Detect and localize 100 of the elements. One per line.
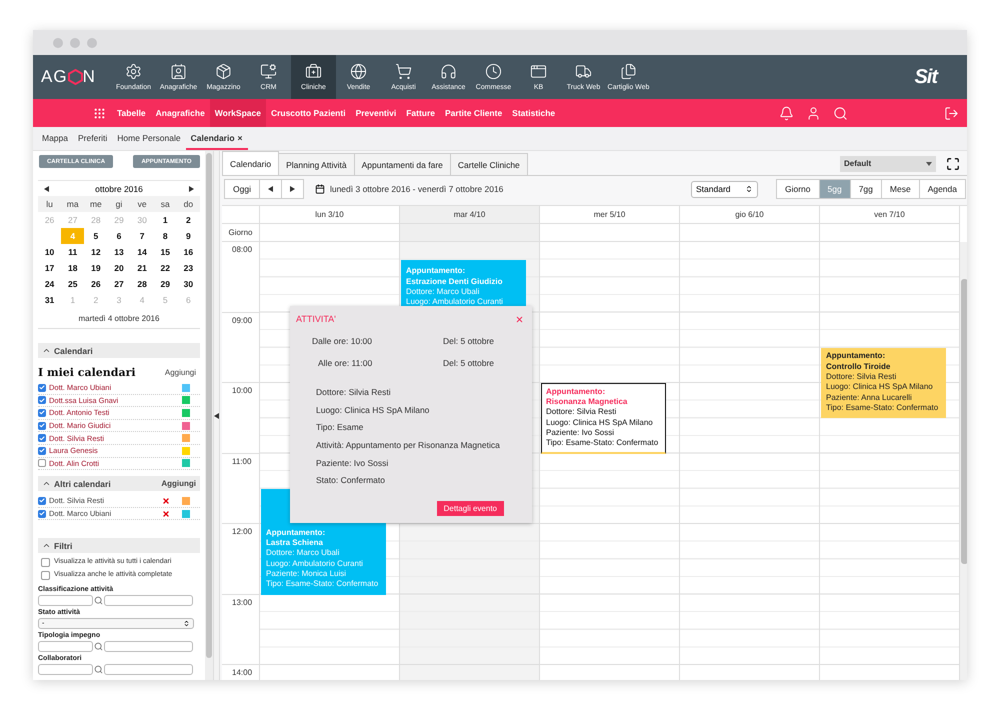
search-icon[interactable] — [94, 665, 103, 674]
profile-select[interactable]: Default — [840, 156, 936, 172]
menu-item[interactable]: Tabelle — [112, 99, 151, 127]
scrollbar-track[interactable] — [960, 242, 967, 680]
remove-icon[interactable] — [162, 496, 170, 505]
input-field[interactable] — [38, 664, 93, 676]
checkbox[interactable] — [38, 408, 46, 417]
headphones-icon[interactable] — [440, 63, 457, 80]
search-icon[interactable] — [94, 642, 103, 652]
clock-icon[interactable] — [485, 63, 502, 80]
checkbox[interactable] — [41, 571, 50, 580]
close-tab[interactable]: × — [238, 132, 243, 142]
cart-icon[interactable] — [395, 63, 412, 80]
view-button[interactable]: Giorno — [776, 179, 820, 199]
calendar-tab[interactable]: Cartelle Cliniche — [450, 153, 528, 175]
window-dot[interactable] — [87, 38, 97, 48]
notification-icon[interactable] — [779, 106, 794, 120]
add-link[interactable]: Aggiungi — [164, 368, 196, 376]
calendar-day[interactable]: 10 — [38, 244, 62, 260]
calendar-day[interactable]: 2 — [176, 212, 200, 228]
window-dot[interactable] — [70, 38, 80, 48]
calendar-day[interactable]: 11 — [61, 244, 84, 260]
mode-select[interactable]: Standard — [691, 180, 758, 198]
scrollbar-thumb[interactable] — [206, 153, 212, 658]
previous-icon[interactable] — [44, 186, 49, 192]
previous-button[interactable] — [258, 179, 282, 199]
calendar-day[interactable]: 29 — [154, 276, 177, 292]
calendar-day[interactable]: 30 — [176, 276, 200, 292]
checkbox[interactable] — [38, 434, 46, 442]
calendar-day[interactable]: 28 — [130, 276, 154, 292]
calendar-day[interactable]: 15 — [154, 244, 177, 260]
gear-icon[interactable] — [125, 63, 142, 80]
menu-item[interactable]: Statistiche — [507, 99, 560, 127]
calendar-day[interactable]: 25 — [61, 276, 84, 292]
search-icon[interactable] — [833, 106, 848, 120]
calendar-day[interactable]: 7 — [130, 228, 154, 244]
fullscreen-icon[interactable] — [946, 156, 960, 170]
page-tab[interactable]: Preferiti — [73, 127, 112, 150]
calendar-day[interactable]: 6 — [107, 228, 131, 244]
checkbox[interactable] — [38, 496, 46, 505]
checkbox[interactable] — [38, 396, 46, 404]
section-header[interactable]: Filtri — [38, 538, 200, 554]
view-button[interactable]: 7gg — [850, 179, 882, 199]
today-button[interactable]: Oggi — [224, 179, 260, 199]
view-button[interactable]: Agenda — [918, 179, 966, 199]
calendar-day[interactable]: 12 — [84, 244, 108, 260]
close-icon[interactable] — [515, 314, 524, 324]
next-button[interactable] — [280, 179, 304, 199]
calendar-day[interactable]: 24 — [38, 276, 62, 292]
menu-item[interactable]: Fatture — [401, 99, 440, 127]
allday-cell[interactable] — [540, 224, 680, 242]
page-tab[interactable]: Mappa — [37, 127, 73, 150]
globe-icon[interactable] — [350, 63, 367, 80]
calendar-day[interactable]: 16 — [176, 244, 200, 260]
next-icon[interactable] — [290, 186, 295, 192]
monitor-icon[interactable] — [260, 63, 277, 80]
menu-item[interactable]: Partite Cliente — [440, 99, 508, 127]
window-dot[interactable] — [53, 38, 63, 48]
box-icon[interactable] — [215, 63, 232, 80]
section-header[interactable]: Calendari — [38, 343, 200, 358]
scrollbar-thumb[interactable] — [961, 279, 967, 564]
menu-item[interactable]: Cruscotto Pazienti — [266, 99, 351, 127]
calendar-tab[interactable]: Appuntamenti da fare — [354, 153, 451, 175]
details-button[interactable]: Dettagli evento — [436, 501, 504, 516]
calendar-day[interactable]: 17 — [38, 260, 62, 276]
user-icon[interactable] — [806, 106, 821, 120]
documents-icon[interactable] — [620, 63, 637, 80]
page-tab[interactable]: Home Personale — [112, 127, 186, 150]
calendar-day[interactable]: 20 — [107, 260, 131, 276]
section-header[interactable]: Altri calendari Aggiungi — [38, 476, 200, 492]
allday-cell[interactable] — [260, 224, 400, 242]
logout-icon[interactable] — [944, 106, 959, 120]
calendar-day[interactable]: 23 — [176, 260, 200, 276]
calendar-day[interactable]: 27 — [107, 276, 131, 292]
remove-icon[interactable] — [162, 510, 170, 518]
collapse-handle[interactable] — [213, 151, 220, 680]
input-field[interactable] — [104, 641, 193, 652]
calendar-day[interactable]: 8 — [154, 228, 177, 244]
chevron-up-icon[interactable] — [42, 346, 51, 355]
input-field[interactable] — [104, 595, 193, 606]
id-card-icon[interactable] — [170, 63, 187, 80]
allday-cell[interactable] — [680, 224, 820, 242]
calendar-day[interactable]: 13 — [107, 244, 131, 260]
event-card[interactable]: Appuntamento: Risonanza Magnetica Dottore: Silvia Resti Luogo: Clinica HS SpA Milano Paziente: Ivo Sossi Tipo: Esame-Stato: Confermato — [541, 383, 666, 454]
calendar-day[interactable]: 14 — [130, 244, 154, 260]
scrollbar-track[interactable] — [205, 151, 213, 680]
calendar-tab[interactable]: Planning Attività — [278, 153, 355, 175]
previous-icon[interactable] — [268, 186, 273, 192]
checkbox[interactable] — [38, 446, 46, 455]
calendar-day[interactable]: 31 — [38, 292, 62, 308]
checkbox[interactable] — [38, 510, 46, 518]
calendar-day[interactable]: 9 — [176, 228, 200, 244]
truck-icon[interactable] — [575, 63, 592, 80]
medical-briefcase-icon[interactable] — [305, 63, 322, 80]
input-field[interactable] — [38, 595, 93, 606]
calendar-day[interactable]: 22 — [154, 260, 177, 276]
checkbox[interactable] — [41, 558, 50, 568]
calendar-day[interactable]: 26 — [84, 276, 108, 292]
view-button[interactable]: Mese — [880, 179, 920, 199]
calendar-day[interactable]: 21 — [130, 260, 154, 276]
